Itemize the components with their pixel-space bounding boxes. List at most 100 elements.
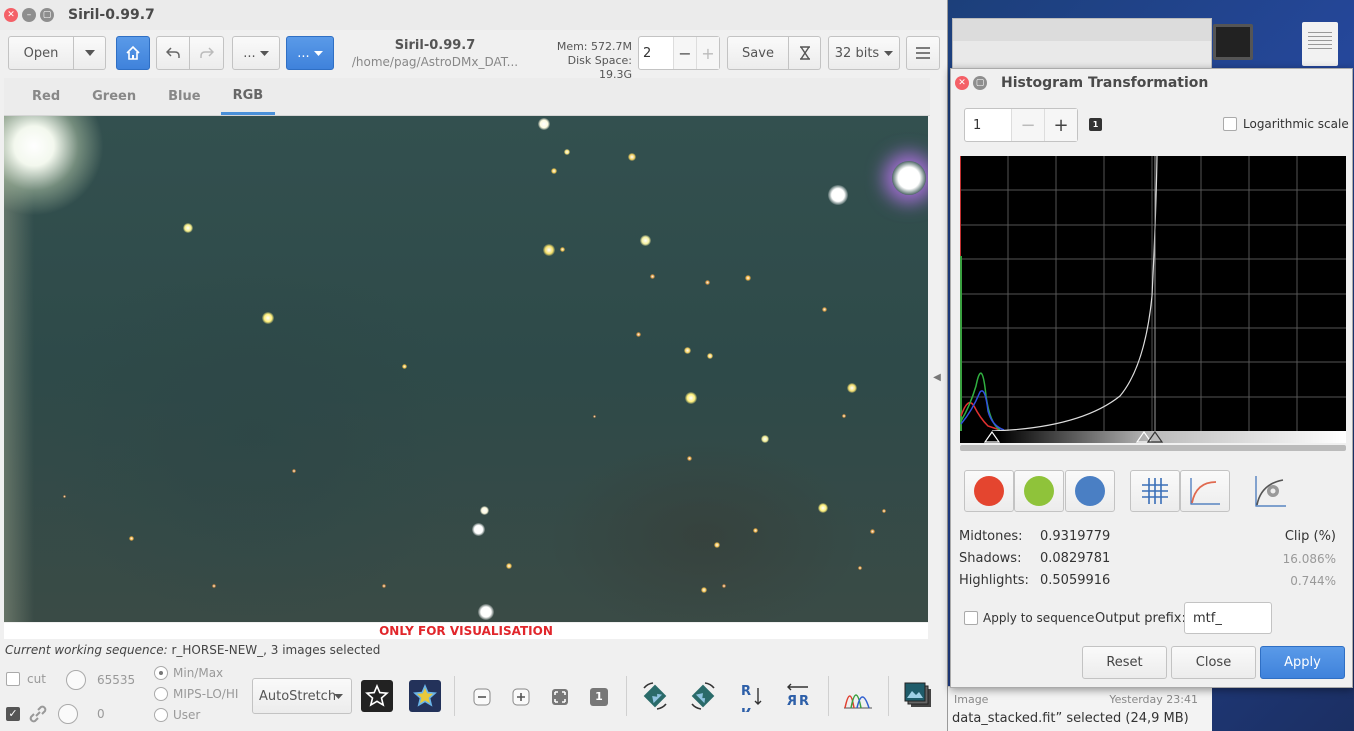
logarithmic-scale-checkbox[interactable]	[1223, 117, 1237, 131]
tab-rgb[interactable]: RGB	[220, 78, 276, 115]
hamburger-menu-button[interactable]	[906, 36, 940, 70]
home-button[interactable]	[116, 36, 150, 70]
close-dialog-icon[interactable]: ✕	[955, 76, 969, 90]
tab-green[interactable]: Green	[80, 78, 148, 115]
cut-checkbox[interactable]	[6, 672, 20, 686]
green-channel-toggle[interactable]	[1014, 470, 1064, 512]
menu-icon	[916, 47, 930, 59]
apply-to-sequence-checkbox[interactable]	[964, 611, 978, 625]
thread-count-value[interactable]: 2	[639, 37, 673, 69]
star-outline-button[interactable]	[361, 680, 393, 712]
open-button[interactable]: Open	[8, 36, 74, 70]
star	[869, 528, 875, 534]
file-row-date: Yesterday 23:41	[1109, 693, 1198, 706]
increment-button[interactable]: +	[696, 37, 719, 69]
panel-collapse-handle[interactable]: ◀	[930, 116, 944, 639]
curve-toggle[interactable]	[1180, 470, 1230, 512]
close-button[interactable]: Close	[1171, 646, 1256, 679]
link-icon[interactable]	[26, 702, 50, 730]
computer-icon[interactable]	[1213, 24, 1253, 60]
star	[478, 604, 494, 620]
shadows-clip: 16.086%	[1282, 552, 1336, 566]
title-bar: ✕ – ▢ Siril-0.99.7	[0, 0, 947, 30]
cut-label: cut	[27, 672, 46, 686]
link-checkbox[interactable]: ✓	[6, 707, 20, 721]
histogram-tool-button[interactable]	[842, 680, 874, 712]
stretch-mode-dropdown[interactable]: AutoStretch	[252, 678, 352, 714]
red-channel-toggle[interactable]	[964, 470, 1014, 512]
tab-red[interactable]: Red	[20, 78, 72, 115]
tab-blue[interactable]: Blue	[156, 78, 212, 115]
output-prefix-label: Output prefix:	[1095, 611, 1186, 626]
separator	[888, 676, 889, 716]
channel-tabs: Red Green Blue RGB	[4, 78, 930, 116]
save-button[interactable]: Save	[727, 36, 789, 70]
reset-button[interactable]: Reset	[1082, 646, 1167, 679]
star	[847, 383, 857, 393]
open-recent-dropdown[interactable]	[74, 36, 106, 70]
maximize-dialog-icon[interactable]: ▢	[973, 76, 987, 90]
redo-button[interactable]	[190, 36, 224, 70]
zoom-one-button[interactable]: 1	[583, 681, 615, 713]
star	[292, 469, 296, 473]
zoom-increment-button[interactable]: +	[1044, 109, 1077, 141]
zoom-decrement-button[interactable]: −	[1011, 109, 1044, 141]
star	[818, 503, 828, 513]
plot-scrollbar[interactable]	[960, 445, 1346, 451]
processing-menu-button[interactable]: ...	[286, 36, 334, 70]
chevron-down-icon	[259, 50, 269, 56]
radio-minmax[interactable]	[154, 666, 168, 680]
output-prefix-input[interactable]: mtf_	[1184, 602, 1272, 634]
star	[704, 279, 710, 285]
dialog-title: Histogram Transformation	[1001, 75, 1209, 91]
separator	[626, 676, 627, 716]
image-canvas[interactable]	[4, 116, 928, 622]
mirror-horizontal-button[interactable]: RR	[782, 680, 814, 712]
auto-levels-button[interactable]	[1253, 474, 1287, 512]
grid-toggle[interactable]	[1130, 470, 1180, 512]
zoom-stepper[interactable]: 1 − +	[964, 108, 1078, 142]
low-value: 0	[97, 707, 105, 721]
low-value-dial[interactable]	[58, 704, 78, 724]
undo-button[interactable]	[156, 36, 190, 70]
apply-button[interactable]: Apply	[1260, 646, 1345, 679]
zoom-out-icon	[473, 688, 491, 706]
chevron-down-icon	[84, 50, 95, 56]
mirror-vertical-button[interactable]: RR	[734, 680, 766, 712]
rotate-right-button[interactable]	[687, 680, 719, 712]
zoom-out-button[interactable]	[466, 681, 498, 713]
close-window-icon[interactable]: ✕	[4, 8, 18, 22]
star	[128, 535, 134, 541]
scripts-menu-button[interactable]: ...	[232, 36, 280, 70]
midtones-value: 0.9319779	[1040, 529, 1111, 544]
histogram-plot[interactable]	[960, 156, 1346, 456]
shadows-value: 0.0829781	[1040, 551, 1111, 566]
star	[686, 455, 692, 461]
zoom-value[interactable]: 1	[965, 109, 1011, 141]
maximize-window-icon[interactable]: ▢	[40, 8, 54, 22]
minimize-window-icon[interactable]: –	[22, 8, 36, 22]
app-title: Siril-0.99.7	[394, 38, 476, 53]
bit-depth-dropdown[interactable]: 32 bits	[828, 36, 900, 70]
zoom-reset-icon[interactable]: 1	[1089, 118, 1102, 131]
save-as-button[interactable]	[789, 36, 821, 70]
star	[828, 185, 848, 205]
image-list-button[interactable]	[902, 680, 934, 712]
radio-user[interactable]	[154, 708, 168, 722]
highlights-value: 0.5059916	[1040, 573, 1111, 588]
star	[564, 149, 570, 155]
zoom-in-button[interactable]	[505, 681, 537, 713]
zoom-fit-button[interactable]	[544, 681, 576, 713]
decrement-button[interactable]: −	[673, 37, 696, 69]
color-star-button[interactable]	[409, 680, 441, 712]
thread-count-stepper[interactable]: 2 − +	[638, 36, 720, 70]
star	[506, 563, 512, 569]
document-icon[interactable]	[1302, 22, 1338, 66]
svg-text:R: R	[741, 684, 751, 699]
high-value-dial[interactable]	[66, 670, 86, 690]
star	[592, 414, 596, 418]
blue-channel-toggle[interactable]	[1065, 470, 1115, 512]
rotate-left-button[interactable]	[639, 680, 671, 712]
star	[707, 353, 713, 359]
radio-mips[interactable]	[154, 687, 168, 701]
